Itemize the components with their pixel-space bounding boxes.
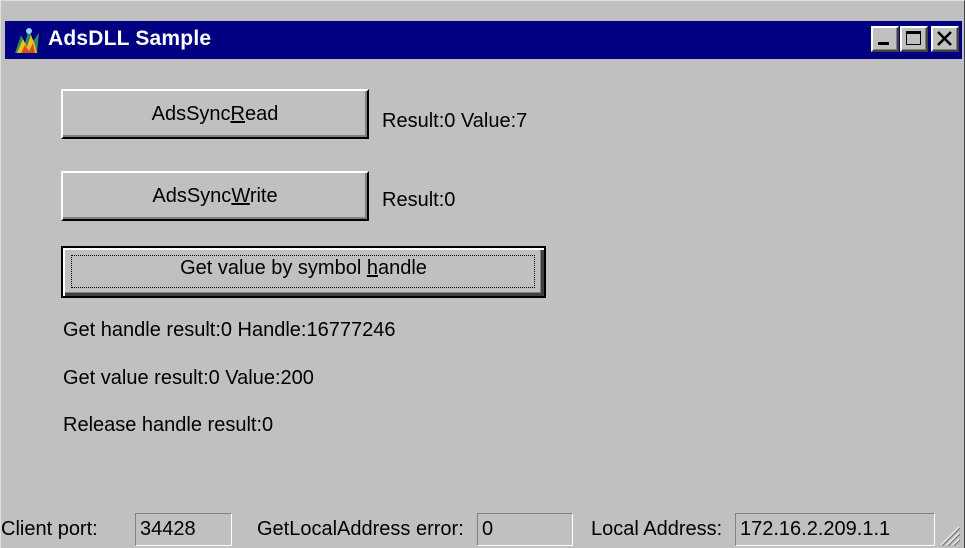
read-result-text: Result:0 Value:7	[382, 110, 528, 132]
window-title: AdsDLL Sample	[48, 27, 212, 50]
ads-sync-read-label: AdsSyncRead	[151, 103, 279, 125]
minimize-button[interactable]	[871, 26, 899, 52]
get-local-address-error-field[interactable]: 0	[477, 513, 573, 546]
minimize-icon	[878, 42, 889, 45]
maximize-button[interactable]	[900, 26, 928, 52]
close-button[interactable]	[931, 26, 959, 52]
maximize-icon	[906, 31, 921, 45]
release-handle-result-text: Release handle result:0	[63, 414, 274, 436]
client-port-label: Client port:	[1, 518, 98, 540]
ads-app-icon	[15, 28, 39, 53]
title-bar[interactable]: AdsDLL Sample	[5, 21, 962, 59]
get-value-result-text: Get value result:0 Value:200	[63, 367, 314, 389]
get-local-address-error-label: GetLocalAddress error:	[257, 518, 464, 540]
get-handle-result-text: Get handle result:0 Handle:16777246	[63, 319, 396, 341]
ads-sync-write-label: AdsSyncWrite	[152, 185, 278, 207]
focus-rectangle	[71, 255, 535, 288]
client-port-field[interactable]: 34428	[135, 513, 232, 546]
get-value-by-symbol-handle-button[interactable]: Get value by symbol handle	[61, 246, 546, 298]
local-address-field[interactable]: 172.16.2.209.1.1	[735, 513, 935, 546]
app-window: AdsDLL Sample AdsSyncRead Result:0 Value…	[0, 0, 965, 548]
ads-sync-write-button[interactable]: AdsSyncWrite	[61, 171, 369, 221]
size-grip-icon[interactable]	[938, 524, 960, 546]
ads-sync-read-button[interactable]: AdsSyncRead	[61, 89, 369, 139]
close-icon	[937, 31, 952, 46]
local-address-label: Local Address:	[591, 518, 723, 540]
write-result-text: Result:0	[382, 189, 456, 211]
